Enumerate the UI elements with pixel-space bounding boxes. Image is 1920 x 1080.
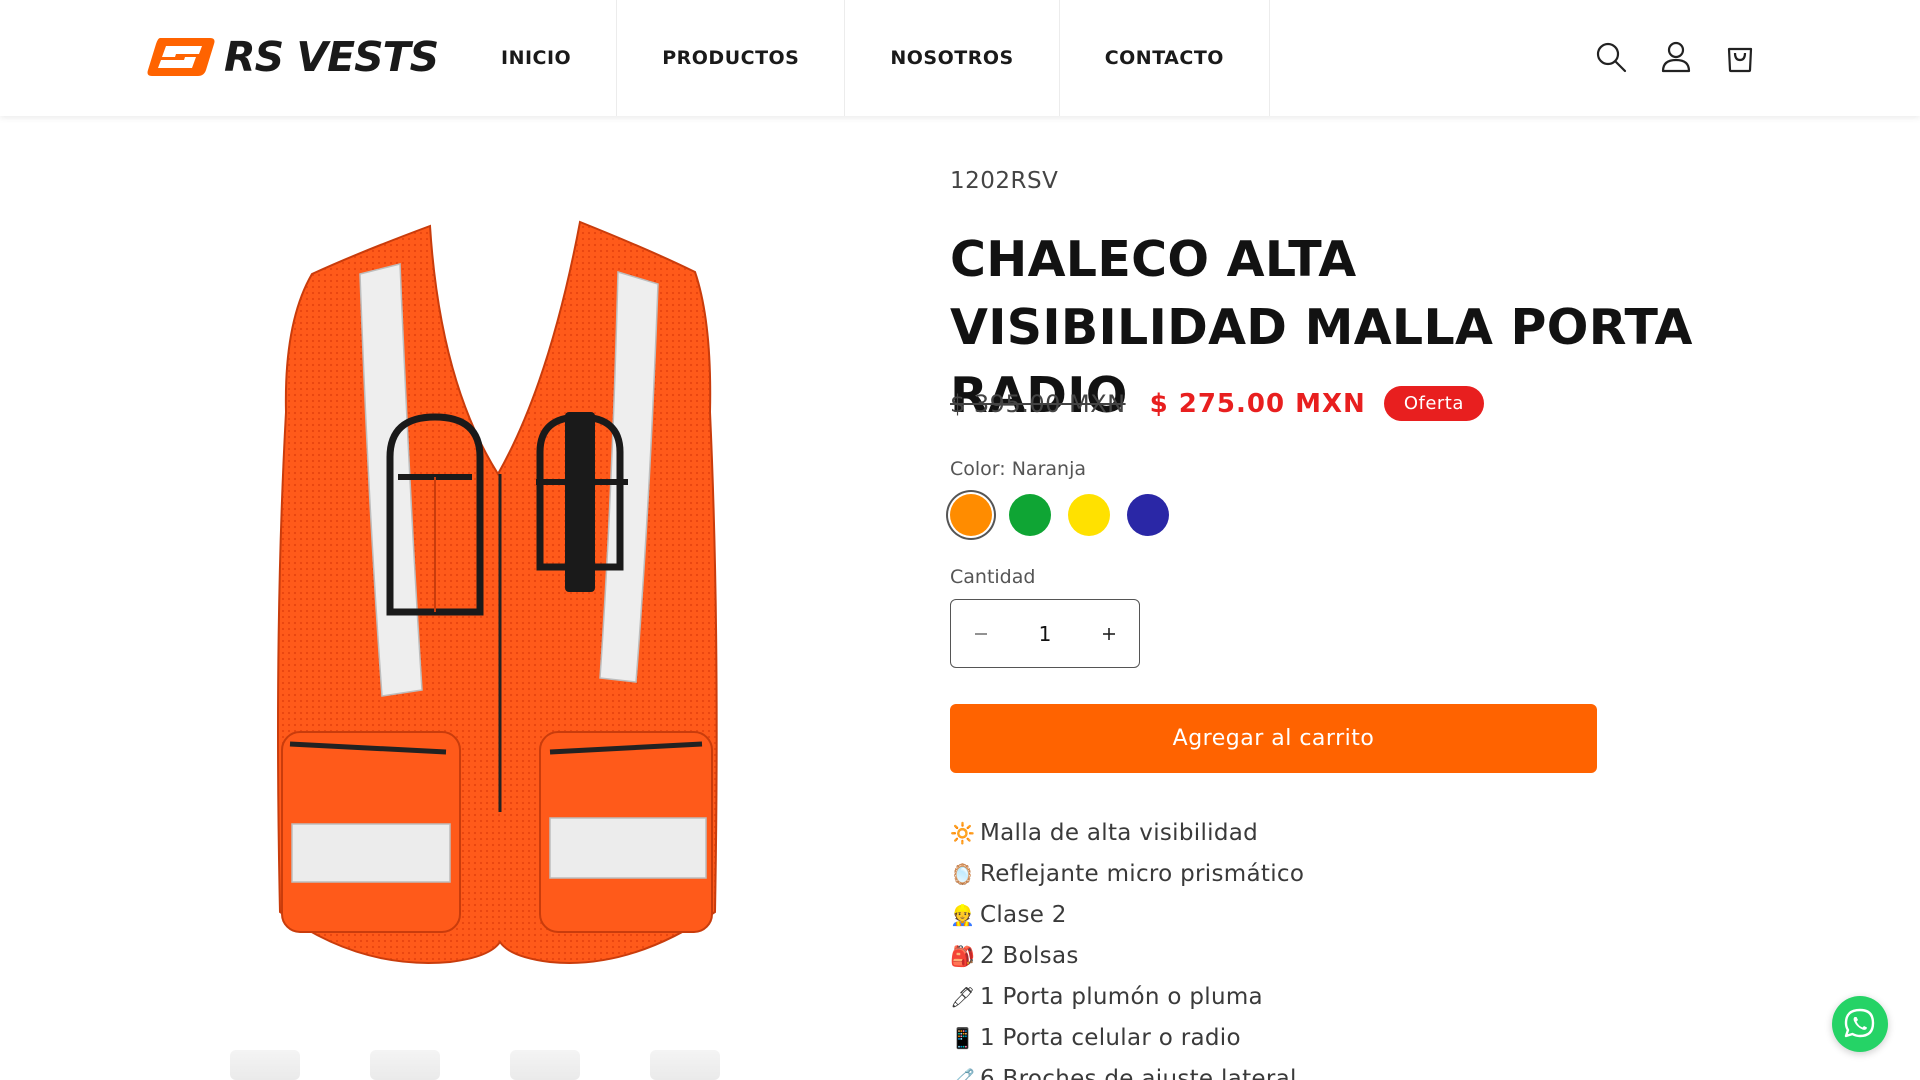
swatch-verde[interactable] (1009, 494, 1051, 536)
safety-pin-icon: 🧷 (950, 1066, 976, 1080)
list-item: 👷 Clase 2 (950, 901, 1067, 928)
price-row: $ 395.00 MXN $ 275.00 MXN Oferta (950, 386, 1484, 421)
thumbnail[interactable] (370, 1050, 440, 1080)
list-item: 🎒 2 Bolsas (950, 942, 1079, 969)
quantity-label: Cantidad (950, 566, 1036, 588)
regular-price: $ 395.00 MXN (950, 389, 1126, 418)
increase-quantity-button[interactable] (1079, 601, 1139, 667)
sale-price: $ 275.00 MXN (1149, 388, 1366, 419)
plus-icon (1103, 627, 1115, 640)
swatch-azul[interactable] (1127, 494, 1169, 536)
swatch-naranja[interactable] (950, 494, 992, 536)
brand-name: RS VESTS (224, 33, 439, 81)
whatsapp-icon (1844, 1008, 1875, 1038)
swatch-amarillo[interactable] (1068, 494, 1110, 536)
list-item: 🖊 1 Porta plumón o pluma (950, 983, 1263, 1010)
mirror-icon: 🪞 (950, 861, 976, 886)
site-header: RS VESTS INICIO PRODUCTOS NOSOTROS CONTA… (0, 0, 1920, 116)
product-sku: 1202RSV (950, 168, 1059, 194)
brand-logo[interactable]: RS VESTS (146, 33, 439, 81)
thumbnail[interactable] (510, 1050, 580, 1080)
list-item: 🪞 Reflejante micro prismático (950, 860, 1305, 887)
worker-icon: 👷 (950, 902, 976, 927)
thumbnail-strip (220, 1050, 820, 1080)
search-icon[interactable] (1594, 40, 1628, 74)
logo-mark-icon (147, 38, 215, 76)
cart-icon[interactable] (1723, 40, 1757, 74)
list-item: 📱 1 Porta celular o radio (950, 1024, 1241, 1051)
nav-item-inicio[interactable]: INICIO (456, 0, 618, 116)
quantity-input[interactable] (1015, 621, 1075, 646)
nav-item-contacto[interactable]: CONTACTO (1060, 0, 1270, 116)
sale-badge: Oferta (1383, 386, 1484, 421)
vest-illustration (277, 220, 718, 964)
main-nav: INICIO PRODUCTOS NOSOTROS CONTACTO (456, 0, 1270, 116)
color-swatches (950, 494, 1169, 536)
nav-item-nosotros[interactable]: NOSOTROS (845, 0, 1060, 116)
sun-icon: 🔆 (950, 820, 976, 845)
quantity-stepper (950, 599, 1140, 668)
phone-icon: 📱 (950, 1025, 976, 1050)
feature-list: 🔆 Malla de alta visibilidad 🪞 Reflejante m… (950, 812, 1304, 1080)
thumbnail[interactable] (650, 1050, 720, 1080)
minus-icon (975, 632, 987, 635)
decrease-quantity-button[interactable] (951, 601, 1011, 667)
nav-item-productos[interactable]: PRODUCTOS (617, 0, 846, 116)
backpack-icon: 🎒 (950, 943, 976, 968)
pen-icon: 🖊 (950, 984, 976, 1009)
color-label: Color: Naranja (950, 458, 1086, 480)
product-image[interactable] (250, 212, 750, 972)
list-item: 🔆 Malla de alta visibilidad (950, 819, 1259, 846)
add-to-cart-button[interactable]: Agregar al carrito (950, 704, 1597, 773)
whatsapp-button[interactable] (1832, 996, 1888, 1052)
list-item: 🧷 6 Broches de ajuste lateral (950, 1058, 1304, 1080)
account-icon[interactable] (1659, 40, 1693, 74)
thumbnail[interactable] (230, 1050, 300, 1080)
